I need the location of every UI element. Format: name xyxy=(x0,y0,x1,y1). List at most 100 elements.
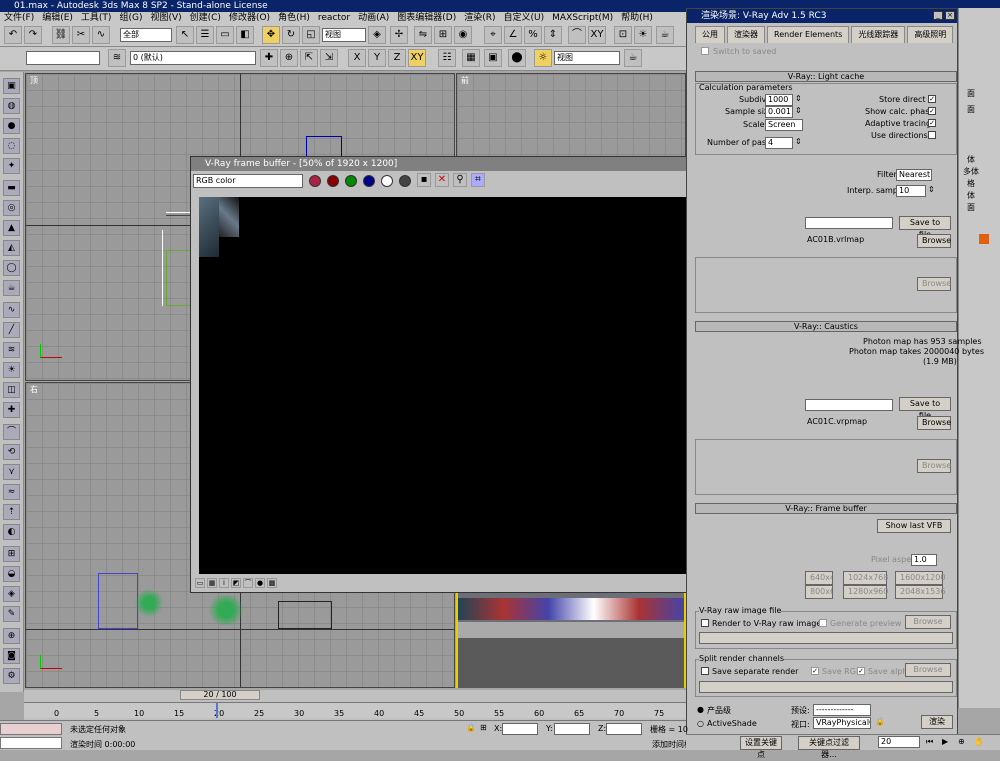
raw-browse-button[interactable]: Browse xyxy=(905,615,951,629)
create-box-icon[interactable]: ▣ xyxy=(3,78,20,94)
menu-graph-editors[interactable]: 图表编辑器(D) xyxy=(397,12,456,25)
modifier-taper-icon[interactable]: ⋎ xyxy=(3,464,20,480)
tab-common[interactable]: 公用 xyxy=(695,26,725,43)
subdivs-field[interactable]: 1000 xyxy=(765,94,793,106)
modifier-mesh-icon[interactable]: ◈ xyxy=(3,586,20,602)
res-1600-button[interactable]: 1600x1200 xyxy=(895,571,945,585)
frame-buffer-rollout[interactable]: V-Ray:: Frame buffer xyxy=(695,503,957,514)
lc-browse-button[interactable]: Browse xyxy=(917,234,951,248)
create-sphere-icon[interactable]: ● xyxy=(3,118,20,134)
pan-view-icon[interactable]: ✋ xyxy=(974,737,984,746)
lc-mode-dropdown[interactable] xyxy=(805,217,893,229)
modifier-noise-icon[interactable]: ≈ xyxy=(3,484,20,500)
subdivs-spinner-icon[interactable]: ⇕ xyxy=(795,94,802,103)
maxscript-listener[interactable] xyxy=(0,723,62,735)
vfb-blue-channel-icon[interactable] xyxy=(363,175,375,187)
vfb-color-mode-icon[interactable] xyxy=(309,175,321,187)
res-800-button[interactable]: 800x600 xyxy=(805,585,833,599)
select-scale-icon[interactable]: ◱ xyxy=(302,26,320,44)
manipulate-icon[interactable]: ✢ xyxy=(390,26,408,44)
menu-character[interactable]: 角色(H) xyxy=(278,12,310,25)
render-dialog-close-icon[interactable]: × xyxy=(945,11,955,20)
z-coord-field[interactable] xyxy=(606,723,642,735)
vfb-exposure-icon[interactable]: ● xyxy=(255,578,265,588)
render-type-icon[interactable]: ▣ xyxy=(484,49,502,67)
named-selection-dropdown[interactable] xyxy=(26,51,100,65)
res-2048-button[interactable]: 2048x1536 xyxy=(895,585,945,599)
render-dialog-minimize-icon[interactable]: _ xyxy=(933,11,943,20)
lock-viewport-icon[interactable]: 🔒 xyxy=(875,717,885,726)
material-ball-icon[interactable]: ⬤ xyxy=(508,49,526,67)
angle-snap-icon[interactable]: ∠ xyxy=(504,26,522,44)
filter-dropdown[interactable]: Nearest xyxy=(896,169,932,181)
modifier-bend-icon[interactable]: ⌒ xyxy=(3,424,20,440)
menu-tools[interactable]: 工具(T) xyxy=(81,12,112,25)
caustics-rollout[interactable]: V-Ray:: Caustics xyxy=(695,321,957,332)
select-by-name-icon[interactable]: ☰ xyxy=(196,26,214,44)
create-torus-icon[interactable]: ◯ xyxy=(3,260,20,276)
axis-x-icon[interactable]: X xyxy=(348,49,366,67)
curve-editor-icon[interactable]: ⌒ xyxy=(568,26,586,44)
quick-render-icon[interactable]: ☕ xyxy=(656,26,674,44)
menu-help[interactable]: 帮助(H) xyxy=(621,12,653,25)
zoom-extents-icon[interactable]: ⊕ xyxy=(958,737,965,746)
utility-measure-icon[interactable]: ⊕ xyxy=(3,628,20,644)
vfb-save-icon[interactable]: ▪ xyxy=(417,173,431,187)
create-light-icon[interactable]: ☀ xyxy=(3,362,20,378)
interp-samples-spinner-icon[interactable]: ⇕ xyxy=(928,185,935,194)
modifier-extrude-icon[interactable]: ⇡ xyxy=(3,504,20,520)
object-color-swatch[interactable] xyxy=(979,234,989,244)
track-view-icon[interactable]: ☷ xyxy=(438,49,456,67)
axis-z-icon[interactable]: Z xyxy=(388,49,406,67)
create-star-icon[interactable]: ✦ xyxy=(3,158,20,174)
vfb-grid-icon[interactable]: ▩ xyxy=(267,578,277,588)
create-helper-icon[interactable]: ✚ xyxy=(3,402,20,418)
y-coord-field[interactable] xyxy=(554,723,590,735)
product-radio[interactable]: ● xyxy=(697,705,704,714)
switch-to-saved-checkbox[interactable] xyxy=(701,47,709,55)
menu-group[interactable]: 组(G) xyxy=(119,12,142,25)
create-plane-icon[interactable]: ▬ xyxy=(3,180,20,196)
selection-lock-icon[interactable]: 🔒 xyxy=(466,723,476,732)
vfb-curve-icon[interactable]: ⌒ xyxy=(243,578,253,588)
use-directions-checkbox[interactable] xyxy=(928,131,936,139)
light-cache-rollout[interactable]: V-Ray:: Light cache xyxy=(695,71,957,82)
store-direct-checkbox[interactable]: ✓ xyxy=(928,95,936,103)
set-key-button[interactable]: 设置关键点 xyxy=(740,736,782,759)
utility-camera-icon[interactable]: ◙ xyxy=(3,648,20,664)
utility-render-icon[interactable]: ⚙ xyxy=(3,668,20,684)
vfb-levels-icon[interactable]: ◩ xyxy=(231,578,241,588)
sample-size-field[interactable]: 0.001 xyxy=(765,106,793,118)
material-editor-icon[interactable]: ◉ xyxy=(454,26,472,44)
show-calc-checkbox[interactable]: ✓ xyxy=(928,107,936,115)
menu-create[interactable]: 创建(C) xyxy=(190,12,221,25)
save-rgb-checkbox[interactable]: ✓ xyxy=(811,667,819,675)
render-scene-icon[interactable]: ☀ xyxy=(634,26,652,44)
tab-advanced-lighting[interactable]: 高级照明 xyxy=(907,26,954,43)
activeshade-radio[interactable]: ○ xyxy=(697,719,704,728)
xy-icon[interactable]: XY xyxy=(588,26,606,44)
vfb-channel-dropdown[interactable]: RGB color xyxy=(193,174,303,188)
caustic-mode-dropdown[interactable] xyxy=(805,399,893,411)
pivot-center-icon[interactable]: ◈ xyxy=(368,26,386,44)
snap-2-5-icon[interactable]: ⌖ xyxy=(484,26,502,44)
select-object-icon[interactable]: ↖ xyxy=(176,26,194,44)
vfb-region-render-icon[interactable]: ⌗ xyxy=(471,173,485,187)
track-bar[interactable]: 0 5 10 15 20 25 30 35 40 45 50 55 60 65 … xyxy=(24,702,686,718)
layer-manager-icon[interactable]: ≋ xyxy=(108,49,126,67)
viewport-dropdown[interactable]: VRayPhysicalC xyxy=(813,717,871,729)
res-1280-button[interactable]: 1280x960 xyxy=(843,585,888,599)
maxscript-mini-listener[interactable] xyxy=(0,737,62,749)
menu-modifiers[interactable]: 修改器(O) xyxy=(229,12,270,25)
schematic-view-icon[interactable]: ⊡ xyxy=(614,26,632,44)
absolute-mode-icon[interactable]: ⊞ xyxy=(480,723,487,732)
set-current-layer-icon[interactable]: ⇲ xyxy=(320,49,338,67)
modifier-edit-icon[interactable]: ✎ xyxy=(3,606,20,622)
generate-preview-checkbox[interactable] xyxy=(819,619,827,627)
create-helix-icon[interactable]: ≋ xyxy=(3,342,20,358)
percent-snap-icon[interactable]: % xyxy=(524,26,542,44)
render-production-icon[interactable]: ☼ xyxy=(534,49,552,67)
go-start-icon[interactable]: ⏮ xyxy=(926,737,933,747)
link-icon[interactable]: ⛓ xyxy=(52,26,70,44)
passes-spinner-icon[interactable]: ⇕ xyxy=(795,137,802,146)
